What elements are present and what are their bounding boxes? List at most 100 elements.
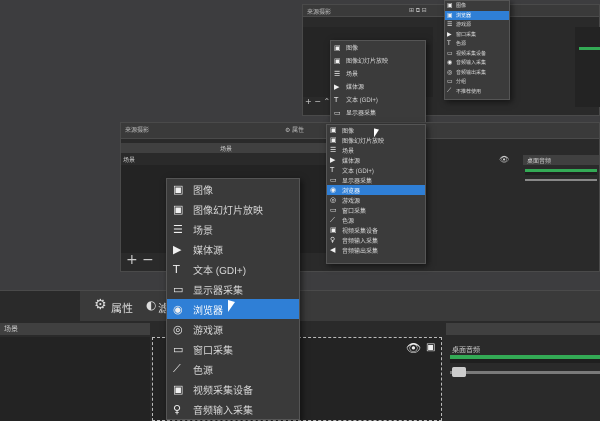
small-menu-item[interactable]: ▣ 图像 bbox=[331, 41, 425, 54]
large-scenes-header-label: 场景 bbox=[4, 326, 18, 333]
large-menu-item[interactable]: ▭ 窗口采集 bbox=[167, 339, 299, 359]
tr-menu-item[interactable]: ▭ 视频采集设备 bbox=[445, 49, 509, 59]
large-remove-button[interactable]: − bbox=[142, 252, 154, 268]
source-type-icon: ▣ bbox=[330, 226, 337, 234]
large-menu-item-label: 视频采集设备 bbox=[193, 385, 253, 397]
source-type-icon: ▣ bbox=[447, 2, 453, 10]
large-menu-item[interactable]: ▣ 视频采集设备 bbox=[167, 379, 299, 399]
large-menu-item-label: 色源 bbox=[193, 365, 213, 377]
large-menu-item[interactable]: ♀ 音频输入采集 bbox=[167, 399, 299, 419]
medium-menu-item[interactable]: ◎ 游戏源 bbox=[327, 195, 425, 205]
small-menu-item[interactable]: ▣ 图像幻灯片放映 bbox=[331, 54, 425, 67]
medium-menu-item[interactable]: ▶ 媒体源 bbox=[327, 155, 425, 165]
source-type-icon: ☰ bbox=[330, 146, 337, 154]
small-window-icons[interactable]: ⊞ ⧉ ⊟ bbox=[409, 7, 427, 15]
medium-menu-item-label: 文本 (GDI+) bbox=[342, 168, 374, 175]
large-remove-label: − bbox=[142, 252, 154, 268]
small-menu-item-label: 媒体源 bbox=[346, 85, 365, 91]
medium-props-button[interactable]: ⚙ 属性 bbox=[285, 125, 304, 134]
large-mixer-label: 桌面音频 bbox=[452, 345, 480, 355]
medium-mixer-slider[interactable] bbox=[525, 179, 597, 181]
medium-menu-item[interactable]: T 文本 (GDI+) bbox=[327, 165, 425, 175]
medium-mixer-label: 桌面音频 bbox=[527, 159, 552, 165]
large-menu-item[interactable]: ◎ 游戏源 bbox=[167, 319, 299, 339]
source-type-icon: T bbox=[447, 40, 451, 48]
tr-menu-item-label: 不推荐使用 bbox=[456, 88, 482, 95]
source-type-icon: ◎ bbox=[330, 196, 337, 204]
small-menu-item[interactable]: ▶ 媒体源 bbox=[331, 80, 425, 93]
large-menu-item[interactable]: ▭ 显示器采集 bbox=[167, 279, 299, 299]
medium-menu-item[interactable]: ▭ 窗口采集 bbox=[327, 205, 425, 215]
medium-menu-item[interactable]: ◉ 浏览器 bbox=[327, 185, 425, 195]
tr-menu-item-label: 图像 bbox=[456, 3, 467, 10]
source-type-icon: ▭ bbox=[173, 282, 184, 296]
source-type-icon: T bbox=[334, 95, 339, 104]
medium-menu-item[interactable]: ⟋ 色源 bbox=[327, 215, 425, 225]
tr-menu-item[interactable]: ⟋ 不推荐使用 bbox=[445, 87, 509, 97]
medium-menu-item-label: 显示器采集 bbox=[342, 178, 373, 185]
tr-menu-item[interactable]: ▣ 图像 bbox=[445, 1, 509, 11]
source-type-icon: ▭ bbox=[330, 206, 337, 214]
gear-icon[interactable]: ⚙ bbox=[94, 297, 107, 313]
source-type-icon: ◉ bbox=[173, 302, 183, 316]
source-type-icon: ▣ bbox=[330, 136, 337, 144]
medium-menu-item[interactable]: ♀ 音频输入采集 bbox=[327, 235, 425, 245]
tr-menu-item[interactable]: ▣ 浏览器 bbox=[445, 10, 509, 20]
large-menu-item-label: 浏览器 bbox=[193, 305, 223, 317]
large-add-button[interactable]: + bbox=[126, 252, 138, 268]
medium-menu-item-label: 音频输入采集 bbox=[342, 238, 379, 245]
medium-mixer-meter bbox=[525, 169, 597, 172]
tr-menu-item[interactable]: T 色源 bbox=[445, 39, 509, 49]
medium-scene-item[interactable]: 场景 bbox=[123, 155, 135, 164]
small-mixer-panel bbox=[575, 27, 600, 107]
source-type-icon: ⟋ bbox=[330, 215, 335, 224]
small-toolbar[interactable]: + − ⌃ bbox=[305, 97, 330, 106]
small-menu-item[interactable]: ▭ 显示器采集 bbox=[331, 106, 425, 119]
large-menu-item[interactable]: ⟋ 色源 bbox=[167, 359, 299, 379]
small-menu-item[interactable]: ☰ 场景 bbox=[331, 67, 425, 80]
source-type-icon: ▭ bbox=[330, 176, 337, 184]
small-window-title: 来源摄影 bbox=[307, 10, 332, 16]
large-menu-item[interactable]: T 文本 (GDI+) bbox=[167, 259, 299, 279]
small-mixer-meter bbox=[579, 47, 600, 50]
source-type-icon: ◉ bbox=[447, 59, 453, 67]
medium-menu-item[interactable]: ▣ 视频采集设备 bbox=[327, 225, 425, 235]
small-menu-item[interactable]: T 文本 (GDI+) bbox=[331, 93, 425, 106]
tr-menu-item-label: 分组 bbox=[456, 79, 467, 86]
medium-visibility-icon[interactable]: 👁 bbox=[499, 155, 509, 164]
tr-menu-item[interactable]: ▭ 分组 bbox=[445, 77, 509, 87]
large-menu-item-label: 音频输入采集 bbox=[193, 405, 253, 417]
large-mixer-slider-handle[interactable] bbox=[452, 367, 466, 377]
medium-menu-item[interactable]: ☰ 场景 bbox=[327, 145, 425, 155]
medium-menu-item-label: 窗口采集 bbox=[342, 208, 367, 215]
source-type-icon: ⟋ bbox=[447, 87, 452, 95]
large-menu-item[interactable]: ▣ 图像幻灯片放映 bbox=[167, 199, 299, 219]
source-type-icon: ⟋ bbox=[173, 362, 181, 375]
tr-menu-item[interactable]: ☰ 游戏源 bbox=[445, 20, 509, 30]
tr-menu-item[interactable]: ◎ 音频输出采集 bbox=[445, 68, 509, 78]
large-menu-item[interactable]: ▶ 媒体源 bbox=[167, 239, 299, 259]
tr-menu-item-label: 视频采集设备 bbox=[456, 50, 487, 57]
tr-menu-item[interactable]: ◉ 音频输入采集 bbox=[445, 58, 509, 68]
source-type-icon: ▣ bbox=[334, 43, 341, 52]
large-menu-item-label: 场景 bbox=[193, 225, 213, 237]
large-menu-item[interactable]: ▣ 图像 bbox=[167, 179, 299, 199]
filter-icon[interactable]: ◐ bbox=[146, 298, 156, 312]
tr-menu-item[interactable]: ▶ 窗口采集 bbox=[445, 30, 509, 40]
large-menu-item[interactable]: ☰ 场景 bbox=[167, 219, 299, 239]
large-scenes-list bbox=[0, 337, 150, 421]
large-visibility-icon[interactable]: 👁 bbox=[406, 341, 421, 355]
source-type-icon: ♀ bbox=[173, 402, 182, 416]
large-menu-item-label: 游戏源 bbox=[193, 325, 223, 337]
large-lock-icon[interactable]: ▣ bbox=[426, 342, 435, 353]
source-type-icon: ◎ bbox=[447, 68, 453, 76]
small-menu-item-label: 显示器采集 bbox=[346, 111, 377, 117]
medium-menu-item-label: 色源 bbox=[342, 218, 355, 225]
medium-menu-item[interactable]: ▭ 显示器采集 bbox=[327, 175, 425, 185]
source-type-icon: T bbox=[173, 262, 180, 276]
medium-menu-item[interactable]: ◀ 音频输出采集 bbox=[327, 245, 425, 255]
large-mixer-slider-track[interactable] bbox=[450, 371, 600, 374]
large-props-button[interactable]: 属性 bbox=[111, 300, 133, 316]
source-type-icon: ☰ bbox=[334, 69, 341, 78]
tr-menu-item-label: 音频输入采集 bbox=[456, 60, 487, 67]
